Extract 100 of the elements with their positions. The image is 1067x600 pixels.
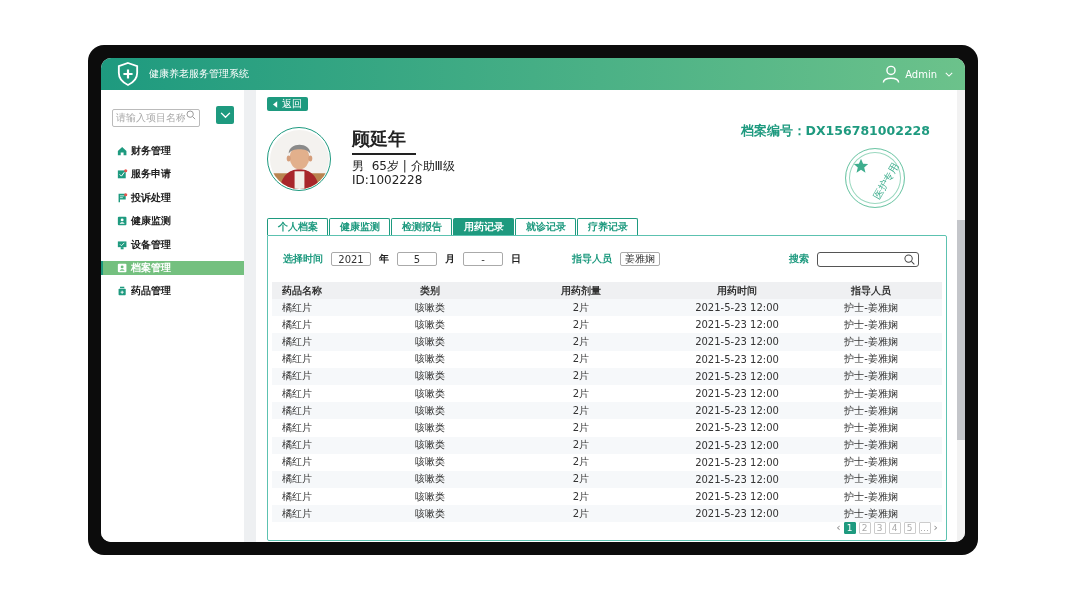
tab[interactable]: 检测报告 (391, 218, 452, 235)
scrollbar-thumb[interactable] (957, 220, 965, 440)
page-button[interactable]: 4 (888, 522, 901, 535)
unit-label: 日 (511, 252, 521, 266)
page-button[interactable]: 3 (873, 522, 886, 535)
tab[interactable]: 就诊记录 (515, 218, 576, 235)
dropdown-button[interactable] (216, 106, 234, 124)
table-cell-text: 2021-5-23 12:00 (694, 491, 780, 503)
table-cell-text: 橘红片 (281, 300, 313, 315)
search-icon (186, 110, 196, 120)
tab[interactable]: 疗养记录 (577, 218, 638, 235)
next-page-button[interactable]: › (933, 522, 938, 535)
table-cell-text: 橘红片 (281, 506, 313, 521)
patient-name: 顾延年 (352, 127, 416, 155)
user-icon[interactable] (882, 65, 901, 83)
table-cell-text: 2片 (571, 438, 591, 453)
table-cell-text: 护士-姜雅娴 (843, 352, 899, 367)
sidebar-item[interactable]: 服务申请 (101, 167, 244, 182)
column-header: 药品名称 (281, 283, 323, 298)
table-cell-text: 护士-姜雅娴 (843, 489, 899, 504)
sidebar-item[interactable]: 财务管理 (101, 144, 244, 158)
back-arrow-icon (273, 100, 278, 108)
table-cell-text: 橘红片 (281, 317, 313, 332)
sidebar-item[interactable]: 投诉处理 (101, 190, 244, 205)
table-cell-text: 咳嗽类 (414, 352, 446, 367)
filter-label: 指导人员 (572, 252, 612, 266)
tab[interactable]: 个人档案 (267, 218, 328, 235)
table-cell-text: 咳嗽类 (414, 489, 446, 504)
table-cell-text: 咳嗽类 (414, 438, 446, 453)
sidebar-item[interactable]: 档案管理 (101, 260, 244, 275)
unit-label: 年 (379, 252, 389, 266)
filter-label: 选择时间 (283, 252, 323, 266)
table-cell-text: 橘红片 (281, 369, 313, 384)
sidebar-item[interactable]: 设备管理 (101, 237, 244, 252)
sidebar-item[interactable]: 健康监测 (101, 214, 244, 229)
table-cell-text: 2片 (571, 386, 591, 401)
table-cell-text: 2片 (571, 352, 591, 367)
table-cell-text: 咳嗽类 (414, 334, 446, 349)
table-cell-text: 橘红片 (281, 420, 313, 435)
table-cell-text: 橘红片 (281, 455, 313, 470)
table-cell-text: 咳嗽类 (414, 386, 446, 401)
user-name[interactable]: Admin (905, 68, 937, 80)
table-cell-text: 护士-姜雅娴 (843, 420, 899, 435)
year-field[interactable]: 2021 (331, 252, 371, 266)
table-cell-text: 咳嗽类 (414, 317, 446, 332)
column-header: 指导人员 (850, 283, 892, 298)
table-cell-text: 护士-姜雅娴 (843, 506, 899, 521)
table-cell-text: 2片 (571, 369, 591, 384)
medicine-bottle-icon (117, 286, 128, 297)
table-cell-text: 2021-5-23 12:00 (694, 336, 780, 348)
table-cell-text: 护士-姜雅娴 (843, 403, 899, 418)
table-cell-text: 橘红片 (281, 334, 313, 349)
day-field[interactable]: - (463, 252, 503, 266)
page-button[interactable]: 2 (858, 522, 871, 535)
page-button[interactable]: 1 (843, 522, 856, 535)
table-cell-text: 咳嗽类 (414, 369, 446, 384)
star-icon (853, 158, 869, 174)
search-field[interactable] (817, 251, 919, 267)
table-cell-text: 橘红片 (281, 472, 313, 487)
table-cell-text: 2片 (571, 300, 591, 315)
table-cell-text: 咳嗽类 (414, 403, 446, 418)
id-card-icon (117, 262, 128, 273)
unit-label: 月 (445, 252, 455, 266)
table-cell-text: 2021-5-23 12:00 (694, 405, 780, 417)
search-field[interactable]: 请输入项目名称 (112, 108, 200, 127)
back-button[interactable]: 返回 (267, 97, 308, 111)
table-cell-text: 橘红片 (281, 489, 313, 504)
table-cell-text: 2片 (571, 455, 591, 470)
table-cell-text: 2片 (571, 506, 591, 521)
patient-details: 男 65岁 | 介助Ⅲ级 (352, 159, 455, 173)
table-cell-text: 2021-5-23 12:00 (694, 439, 780, 451)
table-cell-text: 2021-5-23 12:00 (694, 422, 780, 434)
page-button[interactable]: … (918, 522, 931, 535)
scrollbar[interactable] (957, 90, 965, 542)
previous-page-button[interactable]: ‹ (836, 522, 841, 535)
app-title: 健康养老服务管理系统 (149, 67, 249, 81)
column-header: 用药时间 (716, 283, 758, 298)
table-cell-text: 护士-姜雅娴 (843, 300, 899, 315)
home-icon (117, 146, 128, 156)
table-cell-text: 护士-姜雅娴 (843, 369, 899, 384)
table-cell-text: 橘红片 (281, 386, 313, 401)
staff-field[interactable]: 姜雅娴 (620, 252, 660, 266)
table-cell-text: 护士-姜雅娴 (843, 386, 899, 401)
table-cell-text: 咳嗽类 (414, 506, 446, 521)
table-cell-text: 2片 (571, 420, 591, 435)
patient-id: ID:1002228 (352, 173, 424, 187)
table-cell-text: 2021-5-23 12:00 (694, 302, 780, 314)
page-button[interactable]: 5 (903, 522, 916, 535)
table-cell-text: 2片 (571, 317, 591, 332)
table-cell-text: 2021-5-23 12:00 (694, 353, 780, 365)
caret-icon[interactable] (945, 71, 953, 77)
table-cell-text: 2021-5-23 12:00 (694, 370, 780, 382)
sidebar-item[interactable]: 药品管理 (101, 284, 244, 299)
table-cell-text: 2021-5-23 12:00 (694, 508, 780, 520)
tab[interactable]: 健康监测 (329, 218, 390, 235)
table-cell-text: 护士-姜雅娴 (843, 438, 899, 453)
month-field[interactable]: 5 (397, 252, 437, 266)
table-cell-text: 2片 (571, 334, 591, 349)
tab[interactable]: 用药记录 (453, 218, 514, 235)
table-cell-text: 护士-姜雅娴 (843, 317, 899, 332)
